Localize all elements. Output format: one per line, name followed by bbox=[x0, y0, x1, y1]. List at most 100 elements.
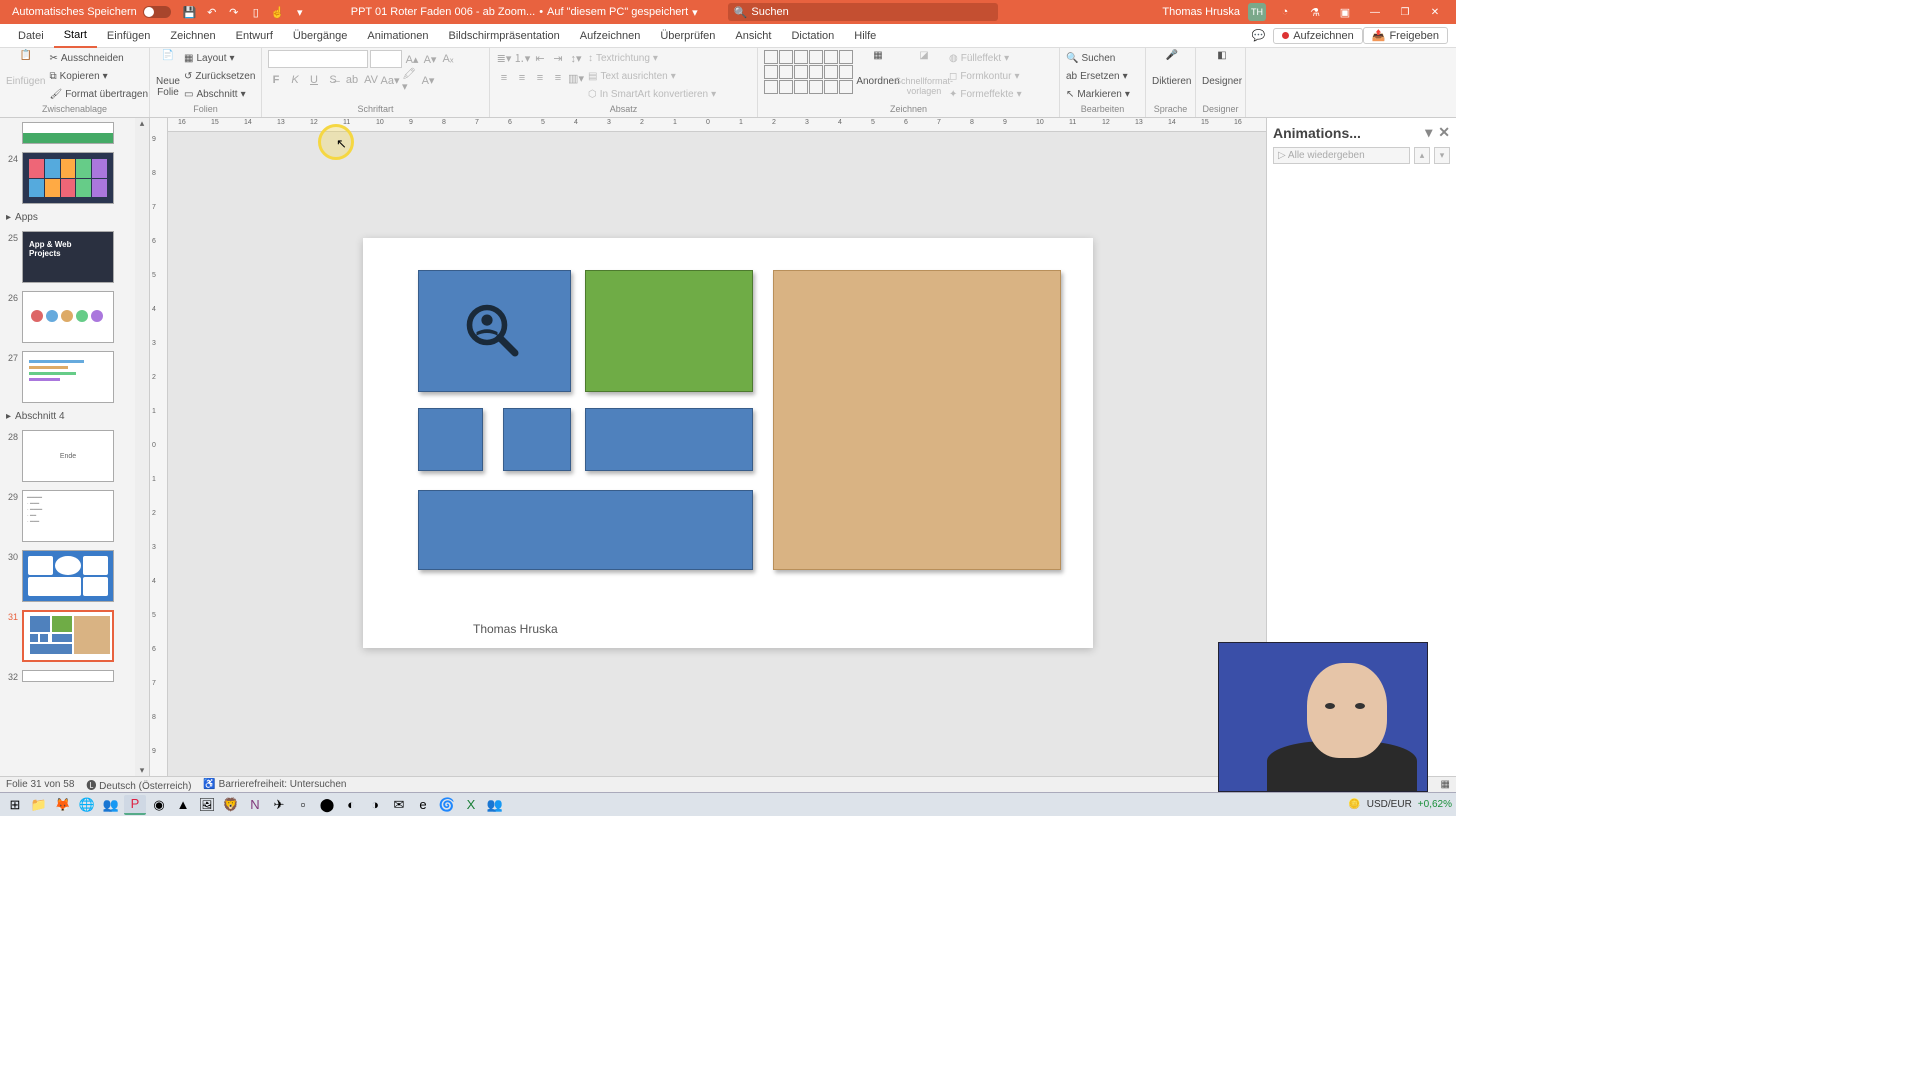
italic-icon[interactable]: K bbox=[287, 72, 303, 88]
fill-button[interactable]: ◍ Fülleffekt ▾ bbox=[949, 50, 1022, 66]
powerpoint-icon[interactable]: P bbox=[124, 795, 146, 815]
qat-more-icon[interactable]: ▾ bbox=[291, 3, 309, 21]
cut-button[interactable]: ✂ Ausschneiden bbox=[49, 50, 148, 66]
indent-inc-icon[interactable]: ⇥ bbox=[550, 50, 566, 66]
teams2-icon[interactable]: 👥 bbox=[484, 795, 506, 815]
shape-green[interactable] bbox=[585, 270, 753, 392]
shadow-icon[interactable]: ab bbox=[344, 72, 360, 88]
align-left-icon[interactable]: ≡ bbox=[496, 70, 512, 86]
section-button[interactable]: ▭ Abschnitt ▾ bbox=[184, 86, 255, 102]
tab-bildschirm[interactable]: Bildschirmpräsentation bbox=[439, 24, 570, 48]
paste-button[interactable]: 📋 Einfügen bbox=[6, 50, 45, 87]
copy-button[interactable]: ⧉ Kopieren ▾ bbox=[49, 68, 148, 84]
thumb-24[interactable] bbox=[22, 152, 114, 204]
font-size-input[interactable] bbox=[370, 50, 402, 68]
designer-button[interactable]: ◧Designer bbox=[1202, 50, 1242, 87]
shapes-gallery[interactable] bbox=[764, 50, 853, 94]
thumb-28[interactable]: Ende bbox=[22, 430, 114, 482]
shape-blue-wide[interactable] bbox=[418, 490, 753, 570]
thumb-29[interactable]: ━━━━━· ━━━· ━━━━· ━━· ━━━ bbox=[22, 490, 114, 542]
font-family-input[interactable] bbox=[268, 50, 368, 68]
vlc-icon[interactable]: ▲ bbox=[172, 795, 194, 815]
telegram-icon[interactable]: ✈ bbox=[268, 795, 290, 815]
thumb-25[interactable]: App & Web Projects bbox=[22, 231, 114, 283]
undo-icon[interactable]: ↶ bbox=[203, 3, 221, 21]
select-button[interactable]: ↖ Markieren ▾ bbox=[1066, 86, 1130, 102]
tab-uebergaenge[interactable]: Übergänge bbox=[283, 24, 357, 48]
app4-icon[interactable]: ◑ bbox=[364, 795, 386, 815]
dictate-button[interactable]: 🎤Diktieren bbox=[1152, 50, 1191, 87]
underline-icon[interactable]: U bbox=[306, 72, 322, 88]
app2-icon[interactable]: ▫ bbox=[292, 795, 314, 815]
play-all-button[interactable]: ▷ Alle wiedergeben bbox=[1273, 147, 1410, 164]
app3-icon[interactable]: ◐ bbox=[340, 795, 362, 815]
tab-animationen[interactable]: Animationen bbox=[357, 24, 438, 48]
shape-tan[interactable] bbox=[773, 270, 1061, 570]
align-text-button[interactable]: ▤ Text ausrichten ▾ bbox=[588, 68, 716, 84]
decrease-font-icon[interactable]: A▾ bbox=[422, 51, 438, 67]
system-tray[interactable]: 🪙 USD/EUR +0,62% bbox=[1348, 799, 1452, 810]
obs-icon[interactable]: ⬤ bbox=[316, 795, 338, 815]
thumb-32[interactable] bbox=[22, 670, 114, 682]
chrome-icon[interactable]: 🌐 bbox=[76, 795, 98, 815]
tab-einfuegen[interactable]: Einfügen bbox=[97, 24, 160, 48]
shape-blue-sq1[interactable] bbox=[418, 408, 483, 471]
spacing-icon[interactable]: AV bbox=[363, 72, 379, 88]
slide-position[interactable]: Folie 31 von 58 bbox=[6, 779, 74, 790]
move-up-icon[interactable]: ▴ bbox=[1414, 147, 1430, 164]
window-icon[interactable]: ▣ bbox=[1336, 3, 1354, 21]
excel-icon[interactable]: X bbox=[460, 795, 482, 815]
tab-ansicht[interactable]: Ansicht bbox=[725, 24, 781, 48]
effects-button[interactable]: ✦ Formeffekte ▾ bbox=[949, 86, 1022, 102]
maximize-icon[interactable]: ❐ bbox=[1394, 4, 1416, 20]
title-dropdown-icon[interactable]: ▾ bbox=[692, 6, 698, 19]
tab-dictation[interactable]: Dictation bbox=[781, 24, 844, 48]
highlight-icon[interactable]: 🖍▾ bbox=[401, 72, 417, 88]
slide-editor[interactable]: 9876543210123456789 16151413121110987654… bbox=[150, 118, 1266, 776]
text-direction-button[interactable]: ↕ Textrichtung ▾ bbox=[588, 50, 716, 66]
redo-icon[interactable]: ↷ bbox=[225, 3, 243, 21]
normal-view-icon[interactable]: ▦ bbox=[1441, 779, 1450, 790]
increase-font-icon[interactable]: A▴ bbox=[404, 51, 420, 67]
format-painter-button[interactable]: 🖌 Format übertragen bbox=[49, 86, 148, 102]
move-down-icon[interactable]: ▾ bbox=[1434, 147, 1450, 164]
arrange-button[interactable]: ▦Anordnen bbox=[857, 50, 899, 87]
slide-thumbnails[interactable]: 24 ▸ Apps 25App & Web Projects 26 27 ▸ A… bbox=[0, 118, 150, 776]
comments-icon[interactable]: 💬 bbox=[1244, 29, 1274, 42]
clear-format-icon[interactable]: Aₓ bbox=[440, 51, 456, 67]
freigeben-button[interactable]: 📤 Freigeben bbox=[1363, 27, 1448, 44]
autosave-toggle[interactable]: Automatisches Speichern bbox=[4, 6, 179, 18]
slide-canvas[interactable]: Thomas Hruska bbox=[363, 238, 1093, 648]
mail-icon[interactable]: ✉ bbox=[388, 795, 410, 815]
numbering-icon[interactable]: ⒈▾ bbox=[514, 50, 530, 66]
onenote-icon[interactable]: N bbox=[244, 795, 266, 815]
brave-icon[interactable]: 🦁 bbox=[220, 795, 242, 815]
section-4[interactable]: ▸ Abschnitt 4 bbox=[0, 407, 149, 426]
edge-icon[interactable]: 🌀 bbox=[436, 795, 458, 815]
line-spacing-icon[interactable]: ↕▾ bbox=[568, 50, 584, 66]
tab-zeichnen[interactable]: Zeichnen bbox=[160, 24, 225, 48]
beaker-icon[interactable]: ⚗ bbox=[1306, 3, 1324, 21]
bullets-icon[interactable]: ≣▾ bbox=[496, 50, 512, 66]
save-icon[interactable]: 💾 bbox=[181, 3, 199, 21]
teams-icon[interactable]: 👥 bbox=[100, 795, 122, 815]
case-icon[interactable]: Aa▾ bbox=[382, 72, 398, 88]
accessibility-status[interactable]: ♿ Barrierefreiheit: Untersuchen bbox=[203, 779, 346, 790]
columns-icon[interactable]: ▥▾ bbox=[568, 70, 584, 86]
tab-ueberpruefen[interactable]: Überprüfen bbox=[650, 24, 725, 48]
strike-icon[interactable]: S̶ bbox=[325, 72, 341, 88]
anim-close-icon[interactable]: ✕ bbox=[1438, 124, 1450, 141]
shape-blue-sq2[interactable] bbox=[503, 408, 571, 471]
thumb-scrollbar[interactable]: ▴▾ bbox=[135, 118, 149, 776]
section-apps[interactable]: ▸ Apps bbox=[0, 208, 149, 227]
close-icon[interactable]: ✕ bbox=[1424, 4, 1446, 20]
search-input[interactable]: 🔍 Suchen bbox=[728, 3, 998, 21]
touch-icon[interactable]: ☝ bbox=[269, 3, 287, 21]
coming-soon-icon[interactable]: ◔ bbox=[1276, 3, 1294, 21]
toggle-switch[interactable] bbox=[143, 6, 171, 18]
shape-blue-large[interactable] bbox=[418, 270, 571, 392]
tab-entwurf[interactable]: Entwurf bbox=[226, 24, 283, 48]
app1-icon[interactable]: ◉ bbox=[148, 795, 170, 815]
tab-datei[interactable]: Datei bbox=[8, 24, 54, 48]
font-color-icon[interactable]: A▾ bbox=[420, 72, 436, 88]
